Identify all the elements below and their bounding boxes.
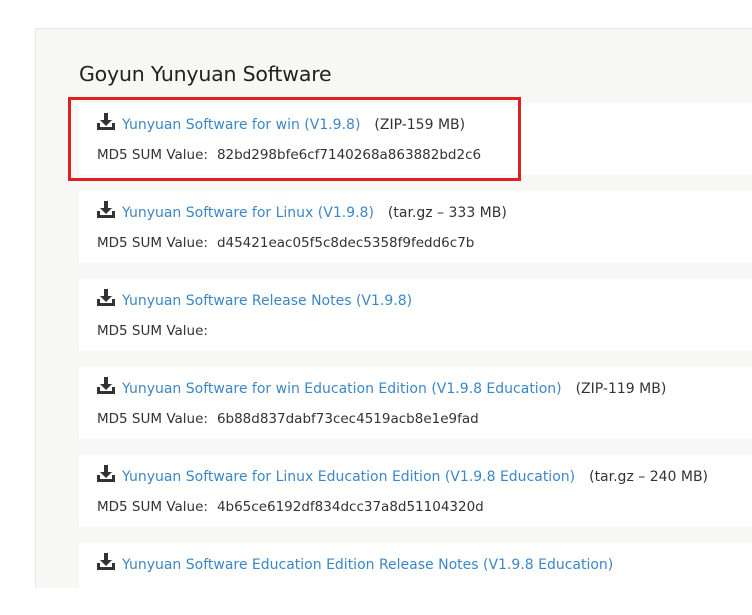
download-row: Yunyuan Software Release Notes (V1.9.8)	[96, 289, 412, 312]
download-icon[interactable]	[96, 113, 116, 131]
file-size: (tar.gz – 333 MB)	[387, 205, 507, 221]
download-card: Yunyuan Software Release Notes (V1.9.8) …	[79, 279, 752, 351]
download-card: Yunyuan Software Education Edition Relea…	[79, 543, 752, 615]
md5-row: MD5 SUM Value: 6b88d837dabf73cec4519acb8…	[97, 409, 479, 429]
file-size: (tar.gz – 240 MB)	[589, 469, 709, 485]
download-card: Yunyuan Software for Linux Education Edi…	[79, 455, 752, 527]
download-link[interactable]: Yunyuan Software Release Notes (V1.9.8)	[122, 293, 412, 309]
md5-label: MD5 SUM Value:	[97, 323, 208, 339]
md5-row: MD5 SUM Value: d45421eac05f5c8dec5358f9f…	[97, 233, 474, 253]
download-icon[interactable]	[96, 377, 116, 395]
download-icon[interactable]	[96, 201, 116, 219]
download-link[interactable]: Yunyuan Software for win Education Editi…	[122, 381, 562, 397]
download-icon[interactable]	[96, 289, 116, 307]
md5-value: d45421eac05f5c8dec5358f9fedd6c7b	[216, 235, 475, 251]
download-link[interactable]: Yunyuan Software for win (V1.9.8)	[122, 117, 360, 133]
md5-value: 6b88d837dabf73cec4519acb8e1e9fad	[216, 411, 479, 427]
md5-value: 4b65ce6192df834dcc37a8d51104320d	[216, 499, 484, 515]
download-link[interactable]: Yunyuan Software for Linux Education Edi…	[122, 469, 575, 485]
md5-label: MD5 SUM Value:	[97, 411, 208, 427]
md5-value: 82bd298bfe6cf7140268a863882bd2c6	[216, 147, 482, 163]
download-row: Yunyuan Software for win (V1.9.8) (ZIP-1…	[96, 113, 466, 136]
file-size: (ZIP-159 MB)	[374, 117, 466, 133]
md5-label: MD5 SUM Value:	[97, 499, 208, 515]
download-row: Yunyuan Software for Linux (V1.9.8) (tar…	[96, 201, 507, 224]
download-icon[interactable]	[96, 465, 116, 483]
download-card: Yunyuan Software for win Education Editi…	[79, 367, 752, 439]
download-row: Yunyuan Software Education Edition Relea…	[96, 553, 613, 576]
md5-label: MD5 SUM Value:	[97, 147, 208, 163]
download-row: Yunyuan Software for win Education Editi…	[96, 377, 667, 400]
md5-row: MD5 SUM Value:	[97, 321, 217, 341]
download-link[interactable]: Yunyuan Software Education Edition Relea…	[122, 557, 613, 573]
download-icon[interactable]	[96, 553, 116, 571]
md5-row: MD5 SUM Value: 82bd298bfe6cf7140268a8638…	[97, 145, 481, 165]
download-row: Yunyuan Software for Linux Education Edi…	[96, 465, 709, 488]
download-card: Yunyuan Software for Linux (V1.9.8) (tar…	[79, 191, 752, 263]
section-title: Goyun Yunyuan Software	[79, 62, 332, 86]
download-card: Yunyuan Software for win (V1.9.8) (ZIP-1…	[79, 103, 752, 175]
file-size: (ZIP-119 MB)	[575, 381, 667, 397]
download-link[interactable]: Yunyuan Software for Linux (V1.9.8)	[122, 205, 374, 221]
md5-label: MD5 SUM Value:	[97, 235, 208, 251]
md5-row: MD5 SUM Value: 4b65ce6192df834dcc37a8d51…	[97, 497, 484, 517]
